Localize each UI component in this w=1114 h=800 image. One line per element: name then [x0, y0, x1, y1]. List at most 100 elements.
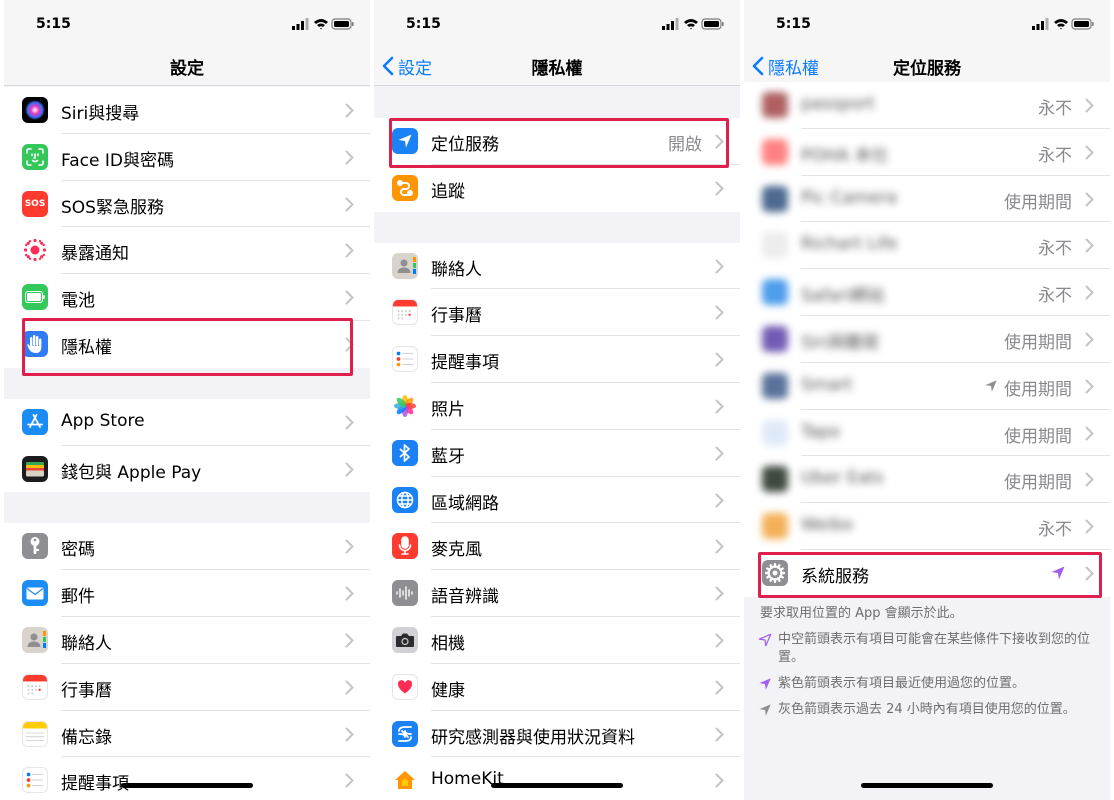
mail-icon [22, 580, 48, 607]
app-name: Tapo [801, 421, 841, 442]
privacy-item-speech-recognition[interactable]: 語音辨識 [374, 570, 740, 617]
hollow-arrow-icon [758, 633, 772, 647]
privacy-item-microphone[interactable]: 麥克風 [374, 523, 740, 571]
privacy-screen: 5:15 設定 隱私權 定位服務 開啟 追蹤 聯絡人 行事曆 提醒事項 照片 藍… [374, 0, 740, 800]
chevron-right-icon [345, 415, 354, 430]
app-icon [762, 232, 788, 259]
location-app-row[interactable]: Tapo 使用期間 [744, 410, 1110, 457]
location-app-row[interactable]: Uber Eats 使用期間 [744, 456, 1110, 504]
tracking-icon [392, 174, 418, 201]
app-store-icon [22, 408, 48, 435]
settings-item-battery[interactable]: 電池 [4, 274, 370, 321]
privacy-item-calendar[interactable]: 行事曆 [374, 289, 740, 337]
privacy-item-health[interactable]: 健康 [374, 664, 740, 711]
settings-item-exposure[interactable]: 暴露通知 [4, 227, 370, 275]
chevron-right-icon [715, 727, 724, 742]
settings-item-contacts[interactable]: 聯絡人 [4, 617, 370, 664]
settings-item-notes[interactable]: 備忘錄 [4, 711, 370, 758]
legend-gray-arrow: 灰色箭頭表示過去 24 小時內有項目使用您的位置。 [744, 701, 1094, 719]
app-location-permission: 使用期間 [1004, 426, 1072, 447]
local-network-icon [392, 486, 418, 513]
status-bar: 5:15 [744, 0, 1110, 46]
settings-item-siri[interactable]: Siri與搜尋 [4, 87, 370, 134]
location-app-row[interactable]: Weibo 永不 [744, 503, 1110, 550]
app-name: passport [801, 94, 875, 114]
chevron-right-icon [715, 773, 724, 788]
privacy-item-photos[interactable]: 照片 [374, 383, 740, 430]
chevron-right-icon [345, 586, 354, 601]
chevron-right-icon [1085, 145, 1094, 160]
location-app-row[interactable]: passport 永不 [744, 82, 1110, 129]
location-app-row[interactable]: Pic Camera 使用期間 [744, 176, 1110, 223]
privacy-item-bluetooth[interactable]: 藍牙 [374, 430, 740, 477]
app-location-permission: 永不 [1038, 286, 1072, 307]
sos-icon: SOS [22, 190, 48, 217]
chevron-right-icon [1085, 192, 1094, 207]
location-app-row[interactable]: Richart Life 永不 [744, 222, 1110, 270]
settings-item-reminders[interactable]: 提醒事項 [4, 757, 370, 800]
settings-item-sos[interactable]: SOS SOS緊急服務 [4, 181, 370, 228]
contacts-icon [22, 626, 48, 653]
footer-note: 要求取用位置的 App 會顯示於此。 [760, 605, 963, 621]
privacy-item-local-network[interactable]: 區域網路 [374, 477, 740, 524]
chevron-right-icon [715, 446, 724, 461]
settings-item-face-id[interactable]: Face ID與密碼 [4, 134, 370, 181]
chevron-right-icon [715, 539, 724, 554]
reminders-label: 提醒事項 [431, 353, 499, 374]
chevron-right-icon [715, 633, 724, 648]
home-indicator[interactable] [121, 783, 253, 788]
bluetooth-label: 藍牙 [431, 446, 465, 467]
privacy-item-tracking[interactable]: 追蹤 [374, 165, 740, 212]
chevron-right-icon [345, 633, 354, 648]
chevron-right-icon [715, 259, 724, 274]
section-gap [374, 87, 740, 118]
home-indicator[interactable] [861, 783, 993, 788]
face-id-icon [22, 143, 48, 170]
page-title: 定位服務 [893, 59, 961, 79]
home-indicator[interactable] [491, 783, 623, 788]
reminders-icon [22, 767, 48, 794]
reminders-icon [392, 346, 418, 373]
contacts-label: 聯絡人 [431, 259, 482, 280]
location-app-row[interactable]: POHA 本仕 永不 [744, 129, 1110, 176]
settings-item-wallet[interactable]: 錢包與 Apple Pay [4, 446, 370, 493]
privacy-item-contacts[interactable]: 聯絡人 [374, 243, 740, 290]
legend-purple-text: 紫色箭頭表示有項目最近使用過您的位置。 [778, 675, 1026, 691]
app-name: Safari網站 [801, 286, 885, 307]
research-sensor-icon [392, 720, 418, 747]
settings-group-2: App Store 錢包與 Apple Pay [4, 398, 370, 493]
settings-item-calendar[interactable]: 行事曆 [4, 664, 370, 711]
app-icon [762, 138, 788, 165]
app-icon [762, 185, 788, 212]
settings-item-app-store[interactable]: App Store [4, 399, 370, 446]
chevron-right-icon [345, 680, 354, 695]
nav-bar: 設定 隱私權 [374, 46, 740, 86]
location-app-row[interactable]: Safari網站 永不 [744, 269, 1110, 316]
tracking-label: 追蹤 [431, 181, 465, 202]
health-icon [392, 673, 418, 700]
settings-item-mail[interactable]: 郵件 [4, 570, 370, 617]
chevron-right-icon [715, 399, 724, 414]
chevron-right-icon [345, 290, 354, 305]
settings-item-passwords[interactable]: 密碼 [4, 523, 370, 571]
section-gap [4, 492, 370, 524]
siri-icon [22, 97, 48, 123]
location-app-row[interactable]: Siri與聽寫 使用期間 [744, 316, 1110, 363]
privacy-item-reminders[interactable]: 提醒事項 [374, 336, 740, 383]
notes-icon [22, 720, 48, 747]
app-location-permission: 永不 [1038, 99, 1072, 119]
chevron-right-icon [715, 586, 724, 601]
legend-gray-text: 灰色箭頭表示過去 24 小時內有項目使用您的位置。 [778, 701, 1076, 717]
location-app-row[interactable]: Smart 使用期間 [744, 363, 1110, 410]
passwords-label: 密碼 [61, 540, 95, 561]
privacy-item-camera[interactable]: 相機 [374, 617, 740, 664]
privacy-item-research-sensor[interactable]: 研究感測器與使用狀況資料 [374, 711, 740, 758]
privacy-item-homekit[interactable]: HomeKit [374, 757, 740, 800]
status-time: 5:15 [36, 16, 71, 32]
calendar-icon [392, 299, 418, 326]
contacts-label: 聯絡人 [61, 633, 112, 654]
status-time: 5:15 [406, 16, 441, 32]
face-id-label: Face ID與密碼 [61, 150, 174, 171]
chevron-right-icon [1085, 98, 1094, 113]
app-name: POHA 本仕 [801, 145, 889, 166]
